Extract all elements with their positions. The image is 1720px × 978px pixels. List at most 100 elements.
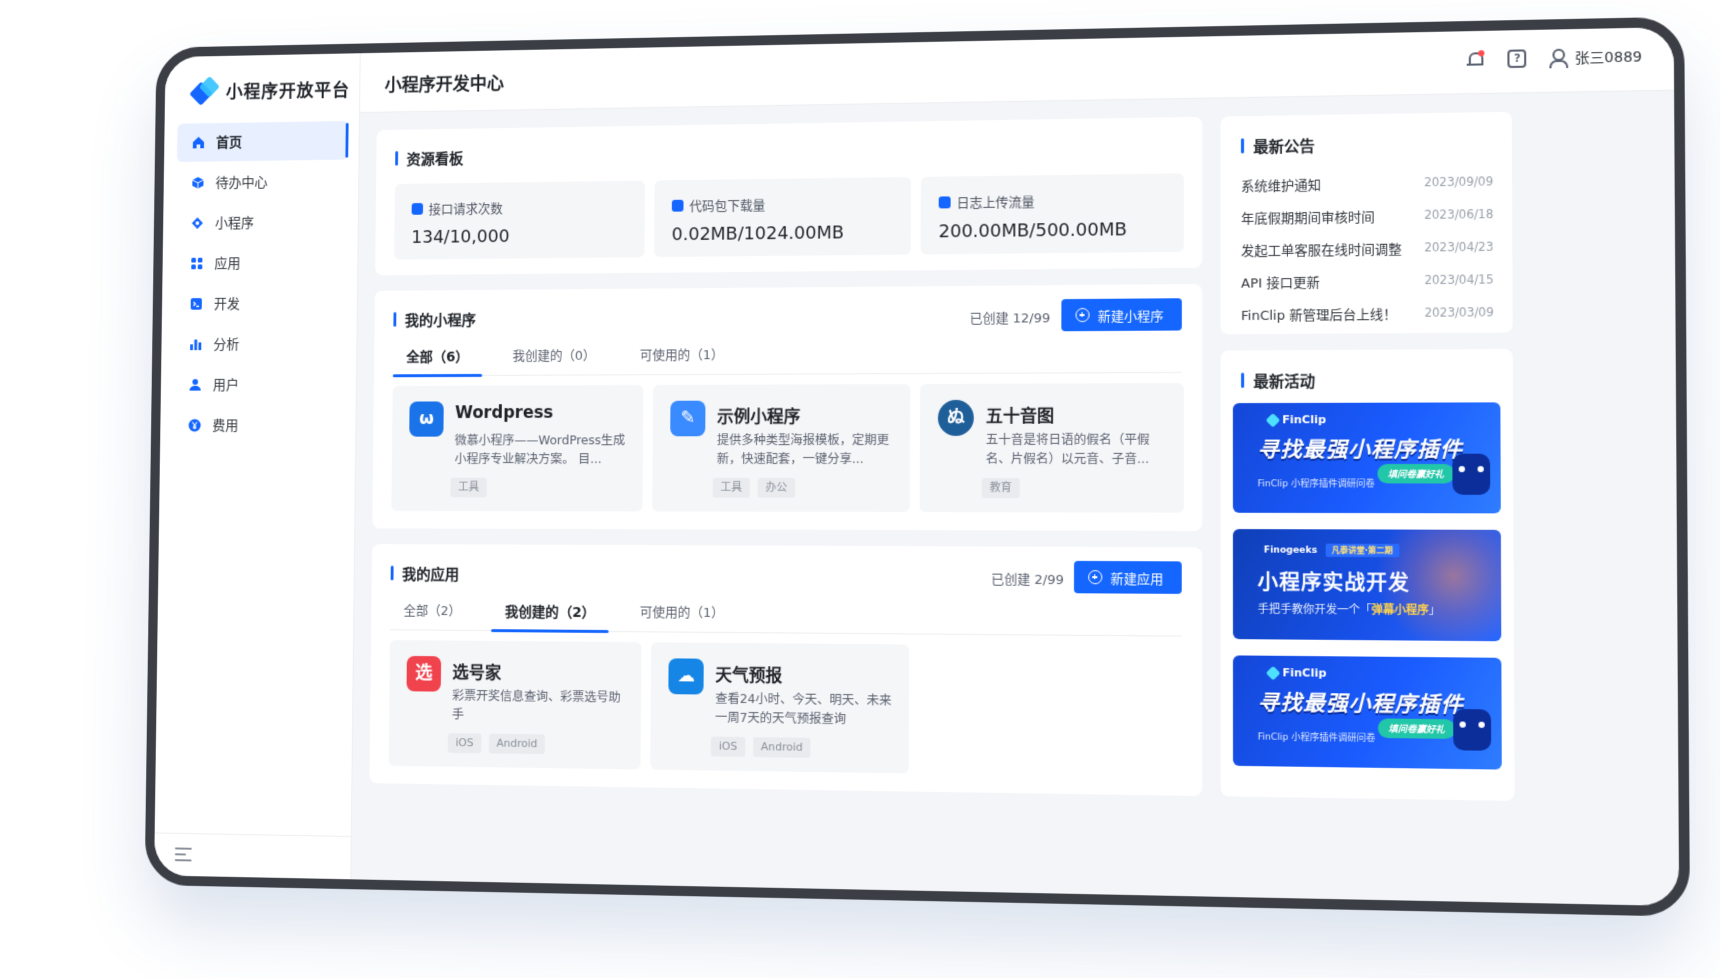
tag: Android bbox=[488, 733, 546, 755]
stat-log-upload: 日志上传流量 200.00MB/500.00MB bbox=[920, 173, 1184, 255]
tab-created[interactable]: 我创建的（2） bbox=[491, 600, 609, 632]
tag: 教育 bbox=[981, 478, 1020, 499]
section-title: 我的小程序 bbox=[393, 310, 476, 331]
sidebar-item-label: 开发 bbox=[213, 296, 241, 313]
user-icon bbox=[189, 379, 201, 391]
notice-item[interactable]: API 接口更新 2023/04/15 bbox=[1241, 263, 1494, 298]
app-name: 选号家 bbox=[452, 663, 502, 684]
sidebar-item-analytics[interactable]: 分析 bbox=[174, 324, 346, 364]
notification-bell-icon[interactable] bbox=[1466, 50, 1485, 69]
app-name: 五十音图 bbox=[985, 406, 1055, 427]
tag-list: 教育 bbox=[981, 478, 1020, 499]
app-description: 提供多种类型海报模板，定期更新，快速配套，一键分享... bbox=[716, 432, 890, 466]
brand-text: Finogeeks bbox=[1263, 544, 1318, 556]
activity-banner[interactable]: FinClip 寻找最强小程序插件 FinClip 小程序插件调研问卷 填问卷赢… bbox=[1232, 402, 1501, 514]
app-card[interactable]: ☁ 天气预报 查看24小时、今天、明天、未来一周7天的天气预报查询 iOS An… bbox=[650, 642, 910, 774]
plus-circle-icon bbox=[1088, 570, 1103, 585]
banner-headline: 寻找最强小程序插件 bbox=[1257, 437, 1463, 462]
yen-icon bbox=[188, 419, 201, 432]
miniprogram-card[interactable]: ✎ 示例小程序 提供多种类型海报模板，定期更新，快速配套，一键分享... 工具 … bbox=[652, 384, 911, 513]
new-app-button[interactable]: 新建应用 bbox=[1073, 560, 1182, 594]
tab-all[interactable]: 全部（2） bbox=[390, 599, 474, 631]
mini-programs-card: 我的小程序 已创建 12/99 新建小程序 全部（6） 我创建的（0） 可使用的… bbox=[372, 283, 1203, 531]
upload-icon bbox=[938, 195, 951, 208]
apps-card: 我的应用 已创建 2/99 新建应用 全部（2） 我创建的（2） 可使用的（1）… bbox=[369, 544, 1203, 797]
tab-available[interactable]: 可使用的（1） bbox=[626, 600, 738, 633]
stat-label: 日志上传流量 bbox=[956, 195, 1035, 212]
notice-title: 年底假期期间审核时间 bbox=[1241, 209, 1375, 227]
app-name: Wordpress bbox=[454, 403, 554, 423]
subtitle-part: 」 bbox=[1428, 603, 1441, 618]
miniprogram-card[interactable]: ぬ 五十音图 五十音是将日语的假名（平假名、片假名）以元音、子音... 教育 bbox=[919, 383, 1184, 513]
tag: 办公 bbox=[757, 477, 796, 498]
logo[interactable]: 小程序开放平台 bbox=[189, 75, 351, 107]
activity-banner[interactable]: Finogeeks 凡泰讲堂·第二期 小程序实战开发 手把手教你开发一个「弹幕小程… bbox=[1232, 529, 1502, 642]
tab-all[interactable]: 全部（6） bbox=[393, 345, 482, 377]
sidebar-item-home[interactable]: 首页 bbox=[176, 120, 349, 163]
miniprogram-card[interactable]: ω Wordpress 微慕小程序——WordPress生成小程序专业解决方案。… bbox=[391, 385, 644, 512]
sidebar-item-develop[interactable]: 开发 bbox=[175, 283, 347, 323]
user-menu[interactable]: 张三0889 bbox=[1550, 46, 1642, 68]
grid-icon bbox=[191, 257, 203, 270]
notification-dot bbox=[1478, 50, 1485, 57]
sidebar-item-label: 分析 bbox=[213, 337, 240, 353]
tab-created[interactable]: 我创建的（0） bbox=[499, 344, 609, 376]
tag: 工具 bbox=[450, 477, 487, 498]
kana-app-icon: ぬ bbox=[937, 399, 974, 436]
notice-date: 2023/03/09 bbox=[1424, 305, 1494, 320]
notice-title: 系统维护通知 bbox=[1240, 178, 1322, 195]
app-name: 天气预报 bbox=[715, 665, 783, 687]
subtitle-highlight: 弹幕小程序 bbox=[1371, 603, 1429, 617]
new-miniprogram-button[interactable]: 新建小程序 bbox=[1061, 298, 1182, 332]
tag-list: 工具 办公 bbox=[712, 477, 796, 498]
wordpress-app-icon: ω bbox=[409, 401, 444, 437]
brand-text: FinClip bbox=[1282, 413, 1327, 427]
banner-top: Finogeeks 凡泰讲堂·第二期 bbox=[1263, 543, 1400, 558]
sidebar-item-users[interactable]: 用户 bbox=[174, 365, 346, 404]
bar-chart-icon bbox=[190, 339, 202, 351]
section-title: 资源看板 bbox=[395, 148, 463, 169]
collapse-menu-icon[interactable] bbox=[174, 847, 192, 862]
app-description: 微慕小程序——WordPress生成小程序专业解决方案。 目... bbox=[454, 432, 626, 466]
page-title: 小程序开发中心 bbox=[384, 73, 505, 97]
help-icon[interactable]: ? bbox=[1507, 49, 1527, 69]
logo-icon bbox=[189, 76, 220, 106]
notice-item[interactable]: FinClip 新管理后台上线！ 2023/03/09 bbox=[1241, 296, 1494, 330]
stat-code-download: 代码包下载量 0.02MB/1024.00MB bbox=[654, 177, 912, 258]
finclip-logo-icon bbox=[1265, 412, 1281, 427]
button-label: 新建小程序 bbox=[1097, 308, 1164, 325]
tag: iOS bbox=[710, 736, 746, 757]
sidebar: 小程序开放平台 首页 待办中心 小程序 应用 开发 分析 用户 费用 bbox=[154, 53, 361, 880]
sidebar-item-miniprogram[interactable]: 小程序 bbox=[176, 202, 348, 243]
tab-available[interactable]: 可使用的（1） bbox=[626, 343, 737, 375]
stat-label: 代码包下载量 bbox=[689, 198, 766, 215]
notice-item[interactable]: 年底假期期间审核时间 2023/06/18 bbox=[1241, 198, 1493, 233]
brand-text: FinClip bbox=[1282, 666, 1327, 680]
banner-pill: 填问卷赢好礼 bbox=[1377, 718, 1456, 739]
section-title: 最新公告 bbox=[1241, 135, 1315, 157]
sidebar-item-todo[interactable]: 待办中心 bbox=[176, 161, 348, 202]
finclip-logo-icon bbox=[1265, 665, 1281, 680]
tag-list: 工具 bbox=[450, 477, 487, 498]
code-icon bbox=[671, 199, 684, 212]
section-title: 我的应用 bbox=[391, 564, 460, 585]
diamond-icon bbox=[191, 217, 204, 229]
notice-date: 2023/04/15 bbox=[1424, 272, 1494, 288]
stat-value: 134/10,000 bbox=[411, 226, 510, 248]
robot-mascot-icon bbox=[1452, 453, 1491, 495]
notice-title: FinClip 新管理后台上线！ bbox=[1241, 307, 1397, 324]
sidebar-item-apps[interactable]: 应用 bbox=[175, 243, 347, 283]
finclip-brand: FinClip bbox=[1265, 412, 1327, 427]
lottery-app-icon: 选 bbox=[406, 655, 442, 692]
notice-item[interactable]: 系统维护通知 2023/09/09 bbox=[1241, 165, 1493, 201]
activity-banner[interactable]: FinClip 寻找最强小程序插件 FinClip 小程序插件调研问卷 填问卷赢… bbox=[1232, 655, 1502, 770]
created-count: 已创建 2/99 bbox=[991, 572, 1064, 589]
notice-item[interactable]: 发起工单客服在线时间调整 2023/04/23 bbox=[1241, 230, 1494, 265]
page-stage: 小程序开放平台 首页 待办中心 小程序 应用 开发 分析 用户 费用 小程序开发… bbox=[0, 0, 1720, 978]
logo-text: 小程序开放平台 bbox=[225, 80, 351, 103]
subtitle-part: 手把手教你开发一个「 bbox=[1257, 602, 1372, 617]
notices-card: 最新公告 系统维护通知 2023/09/09 年底假期期间审核时间 2023/06/… bbox=[1220, 111, 1513, 335]
sidebar-item-label: 用户 bbox=[212, 377, 239, 394]
sidebar-item-billing[interactable]: 费用 bbox=[173, 406, 345, 445]
app-card[interactable]: 选 选号家 彩票开奖信息查询、彩票选号助手 iOS Android bbox=[388, 640, 642, 770]
